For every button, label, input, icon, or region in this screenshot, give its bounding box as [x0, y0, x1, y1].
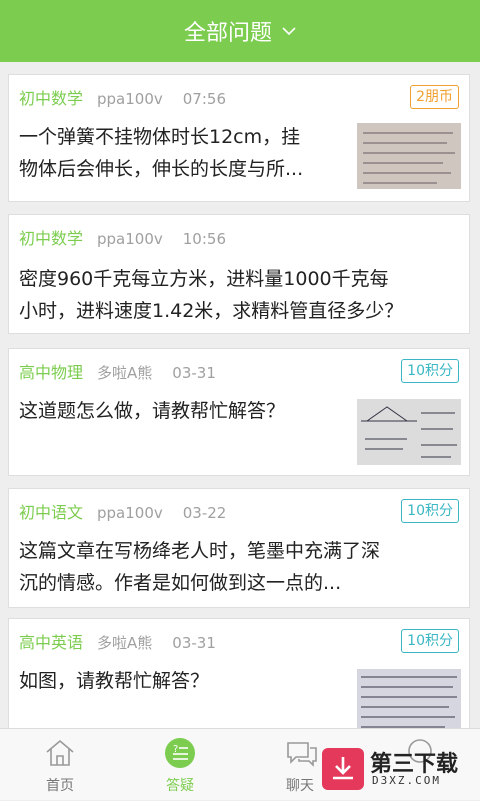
subject-label: 初中数学	[19, 89, 84, 108]
question-image[interactable]	[357, 669, 461, 728]
question-image[interactable]	[357, 399, 461, 465]
question-title: 这道题怎么做，请教帮忙解答？	[19, 400, 286, 422]
reward-badge: 10积分	[401, 499, 459, 523]
reward-badge: 10积分	[401, 359, 459, 383]
question-meta: 初中数学 ppa100v 07:56	[19, 85, 226, 109]
subject-label: 初中语文	[19, 503, 84, 522]
user-name: 多啦A熊	[97, 634, 153, 652]
question-meta: 高中物理 多啦A熊 03-31	[19, 359, 216, 383]
user-name: 多啦A熊	[97, 364, 153, 382]
chat-icon	[287, 742, 317, 767]
header[interactable]: 全部问题	[0, 0, 480, 62]
tab-label: 首页	[46, 778, 74, 794]
tab-qa[interactable]: ? 答疑	[120, 729, 240, 801]
question-meta: 初中数学 ppa100v 10:56	[19, 225, 226, 249]
watermark-domain: D3XZ.COM	[372, 774, 441, 787]
qa-icon: ?	[165, 738, 195, 768]
post-time: 03-22	[182, 504, 227, 522]
user-name: ppa100v	[97, 230, 163, 248]
post-time: 10:56	[182, 230, 226, 248]
question-card[interactable]: 初中语文 ppa100v 03-22 10积分 这篇文章在写杨绛老人时，笔墨中充…	[8, 488, 470, 608]
chevron-down-icon	[282, 27, 296, 36]
question-list[interactable]: 初中数学 ppa100v 07:56 2朋币 一个弹簧不挂物体时长12cm，挂 …	[0, 62, 480, 728]
post-time: 07:56	[182, 90, 226, 108]
subject-label: 高中英语	[19, 633, 84, 652]
download-logo-icon	[322, 748, 364, 790]
question-meta: 高中英语 多啦A熊 03-31	[19, 629, 216, 653]
question-title: 一个弹簧不挂物体时长12cm，挂 物体后会伸长，伸长的长度与所...	[19, 126, 304, 180]
question-image[interactable]	[357, 123, 461, 189]
question-card[interactable]: 初中数学 ppa100v 10:56 密度960千克每立方米，进料量1000千克…	[8, 214, 470, 334]
post-time: 03-31	[172, 364, 216, 382]
subject-label: 高中物理	[19, 363, 84, 382]
tab-label: 答疑	[166, 778, 194, 794]
tab-home[interactable]: 首页	[0, 729, 120, 801]
question-card[interactable]: 高中物理 多啦A熊 03-31 10积分 这道题怎么做，请教帮忙解答？	[8, 348, 470, 476]
site-watermark: 第三下载 D3XZ.COM	[322, 742, 472, 794]
home-icon	[46, 739, 74, 766]
user-name: ppa100v	[97, 504, 163, 522]
reward-badge: 2朋币	[410, 85, 459, 109]
question-card[interactable]: 初中数学 ppa100v 07:56 2朋币 一个弹簧不挂物体时长12cm，挂 …	[8, 74, 470, 202]
question-title: 密度960千克每立方米，进料量1000千克每 小时，进料速度1.42米，求精料管…	[19, 268, 404, 322]
question-title: 如图，请教帮忙解答？	[19, 670, 210, 692]
reward-badge: 10积分	[401, 629, 459, 653]
question-meta: 初中语文 ppa100v 03-22	[19, 499, 226, 523]
post-time: 03-31	[172, 634, 216, 652]
page-title: 全部问题	[183, 21, 272, 46]
question-card[interactable]: 高中英语 多啦A熊 03-31 10积分 如图，请教帮忙解答？	[8, 618, 470, 728]
user-name: ppa100v	[97, 90, 163, 108]
question-title: 这篇文章在写杨绛老人时，笔墨中充满了深 沉的情感。作者是如何做到这一点的...	[19, 540, 381, 594]
subject-label: 初中数学	[19, 229, 84, 248]
